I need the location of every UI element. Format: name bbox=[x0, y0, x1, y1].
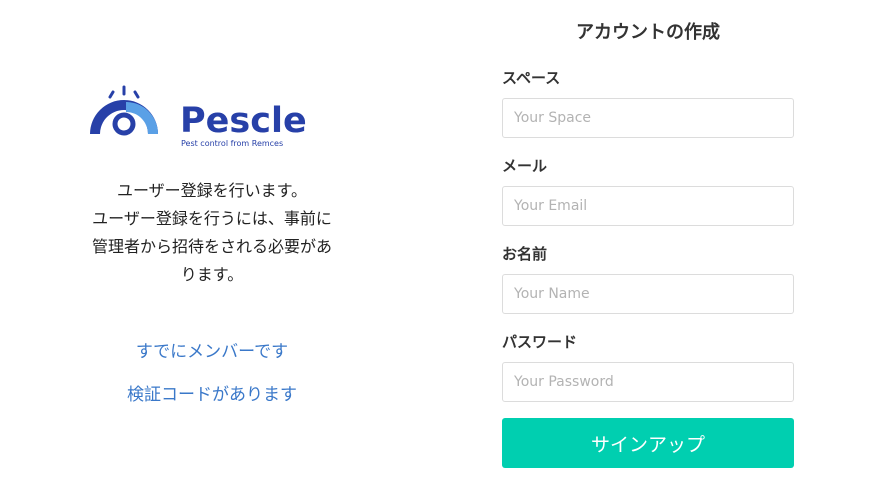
intro-line: ユーザー登録を行うには、事前に bbox=[92, 209, 332, 228]
space-input[interactable] bbox=[502, 98, 794, 138]
logo-brand: Pescle bbox=[180, 101, 307, 141]
space-label: スペース bbox=[502, 69, 561, 87]
intro-line: ユーザー登録を行います。 bbox=[116, 181, 308, 200]
intro-text: ユーザー登録を行います。 ユーザー登録を行うには、事前に 管理者から招待をされる… bbox=[62, 177, 362, 289]
left-panel: Pescle Pest control from Remces ユーザー登録を行… bbox=[0, 0, 430, 482]
already-member-link[interactable]: すでにメンバーです bbox=[62, 337, 362, 362]
logo-graphic: Pescle Pest control from Remces bbox=[90, 85, 307, 148]
name-input[interactable] bbox=[502, 274, 794, 314]
email-label: メール bbox=[502, 157, 548, 175]
signup-button[interactable]: サインアップ bbox=[502, 418, 794, 468]
have-code-link[interactable]: 検証コードがあります bbox=[62, 380, 362, 405]
password-label: パスワード bbox=[502, 333, 578, 351]
intro-line: ります。 bbox=[180, 265, 244, 284]
password-input[interactable] bbox=[502, 362, 794, 402]
logo-tagline: Pest control from Remces bbox=[181, 139, 283, 148]
intro-line: 管理者から招待をされる必要があ bbox=[91, 237, 332, 256]
form-title: アカウントの作成 bbox=[576, 22, 720, 43]
email-input[interactable] bbox=[502, 186, 794, 226]
name-label: お名前 bbox=[502, 245, 548, 263]
pescle-logo: Pescle Pest control from Remces bbox=[86, 84, 346, 154]
